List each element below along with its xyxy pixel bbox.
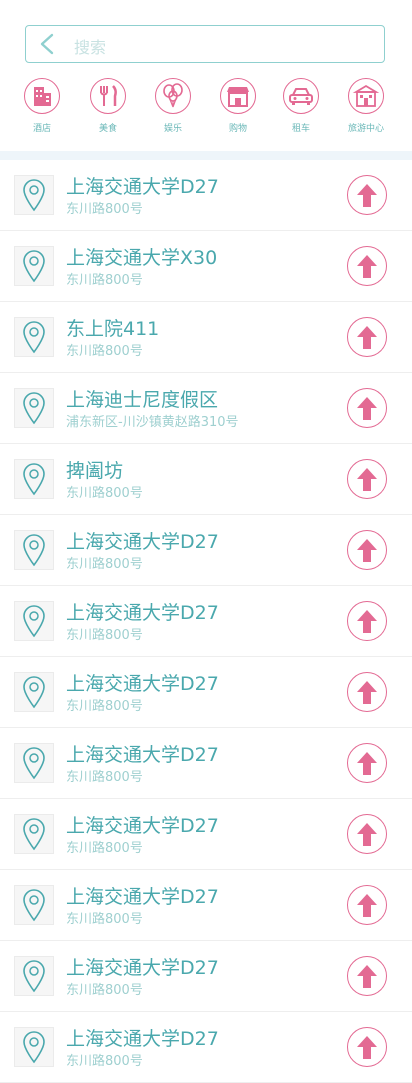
location-pin-icon (14, 530, 54, 570)
navigate-up-arrow-icon[interactable] (347, 601, 387, 641)
category-food[interactable]: 美食 (78, 78, 138, 135)
place-address: 东川路800号 (66, 628, 143, 643)
place-name: 上海交通大学D27 (66, 673, 219, 695)
category-label: 娱乐 (163, 124, 182, 134)
place-address: 浦东新区-川沙镇黄赵路310号 (66, 415, 239, 430)
category-label: 酒店 (32, 124, 51, 134)
category-travel-center[interactable]: 旅游中心 (336, 78, 396, 135)
location-pin-icon (14, 672, 54, 712)
place-name: 上海迪士尼度假区 (66, 389, 219, 411)
list-item[interactable]: 捭阖坊 东川路800号 (0, 444, 412, 515)
navigate-up-arrow-icon[interactable] (347, 672, 387, 712)
location-pin-icon (14, 1027, 54, 1067)
car-icon (283, 78, 319, 114)
location-pin-icon (14, 601, 54, 641)
place-name: 上海交通大学D27 (66, 815, 219, 837)
navigate-up-arrow-icon[interactable] (347, 956, 387, 996)
list-item[interactable]: 上海交通大学D27 东川路800号 (0, 728, 412, 799)
place-address: 东川路800号 (66, 557, 143, 572)
place-name: 上海交通大学D27 (66, 176, 219, 198)
place-name: 上海交通大学D27 (66, 957, 219, 979)
category-label: 美食 (98, 124, 117, 134)
location-pin-icon (14, 246, 54, 286)
place-address: 东川路800号 (66, 912, 143, 927)
list-item[interactable]: 东上院411 东川路800号 (0, 302, 412, 373)
place-name: 捭阖坊 (66, 460, 124, 482)
place-name: 上海交通大学D27 (66, 1028, 219, 1050)
category-hotel[interactable]: 酒店 (12, 78, 72, 135)
category-entertainment[interactable]: 娱乐 (143, 78, 203, 135)
place-address: 东川路800号 (66, 841, 143, 856)
place-address: 东川路800号 (66, 486, 143, 501)
category-label: 租车 (291, 124, 310, 134)
location-pin-icon (14, 317, 54, 357)
list-item[interactable]: 上海交通大学D27 东川路800号 (0, 799, 412, 870)
place-address: 东川路800号 (66, 1054, 143, 1069)
location-pin-icon (14, 956, 54, 996)
location-pin-icon (14, 743, 54, 783)
place-address: 东川路800号 (66, 273, 143, 288)
place-list: 上海交通大学D27 东川路800号 上海交通大学X30 东川路800号 东上院4… (0, 160, 412, 1083)
category-label: 购物 (228, 124, 247, 134)
search-input[interactable]: 搜索 (74, 34, 106, 58)
location-pin-icon (14, 388, 54, 428)
place-name: 上海交通大学X30 (66, 247, 218, 269)
place-name: 上海交通大学D27 (66, 602, 219, 624)
location-pin-icon (14, 885, 54, 925)
navigate-up-arrow-icon[interactable] (347, 885, 387, 925)
section-divider (0, 151, 412, 160)
hotel-icon (24, 78, 60, 114)
place-name: 上海交通大学D27 (66, 886, 219, 908)
balloons-icon (155, 78, 191, 114)
navigate-up-arrow-icon[interactable] (347, 317, 387, 357)
search-bar[interactable]: 搜索 (25, 25, 385, 63)
list-item[interactable]: 上海交通大学D27 东川路800号 (0, 941, 412, 1012)
list-item[interactable]: 上海交通大学D27 东川路800号 (0, 657, 412, 728)
location-pin-icon (14, 459, 54, 499)
navigate-up-arrow-icon[interactable] (347, 459, 387, 499)
list-item[interactable]: 上海交通大学D27 东川路800号 (0, 870, 412, 941)
category-car-rental[interactable]: 租车 (271, 78, 331, 135)
navigate-up-arrow-icon[interactable] (347, 388, 387, 428)
food-icon (90, 78, 126, 114)
navigate-up-arrow-icon[interactable] (347, 814, 387, 854)
category-shopping[interactable]: 购物 (208, 78, 268, 135)
list-item[interactable]: 上海迪士尼度假区 浦东新区-川沙镇黄赵路310号 (0, 373, 412, 444)
place-address: 东川路800号 (66, 983, 143, 998)
chevron-left-icon[interactable] (36, 32, 60, 56)
place-name: 上海交通大学D27 (66, 744, 219, 766)
travel-center-icon (348, 78, 384, 114)
list-item[interactable]: 上海交通大学D27 东川路800号 (0, 515, 412, 586)
list-item[interactable]: 上海交通大学D27 东川路800号 (0, 160, 412, 231)
list-item[interactable]: 上海交通大学X30 东川路800号 (0, 231, 412, 302)
place-address: 东川路800号 (66, 770, 143, 785)
location-pin-icon (14, 814, 54, 854)
place-name: 东上院411 (66, 318, 160, 340)
list-item[interactable]: 上海交通大学D27 东川路800号 (0, 586, 412, 657)
navigate-up-arrow-icon[interactable] (347, 175, 387, 215)
place-name: 上海交通大学D27 (66, 531, 219, 553)
list-item[interactable]: 上海交通大学D27 东川路800号 (0, 1012, 412, 1083)
location-pin-icon (14, 175, 54, 215)
navigate-up-arrow-icon[interactable] (347, 743, 387, 783)
category-bar: 酒店 美食 娱乐 购物 租车 旅游中心 (0, 78, 412, 144)
navigate-up-arrow-icon[interactable] (347, 1027, 387, 1067)
navigate-up-arrow-icon[interactable] (347, 530, 387, 570)
navigate-up-arrow-icon[interactable] (347, 246, 387, 286)
shop-icon (220, 78, 256, 114)
place-address: 东川路800号 (66, 202, 143, 217)
place-address: 东川路800号 (66, 699, 143, 714)
place-address: 东川路800号 (66, 344, 143, 359)
category-label: 旅游中心 (347, 124, 384, 134)
